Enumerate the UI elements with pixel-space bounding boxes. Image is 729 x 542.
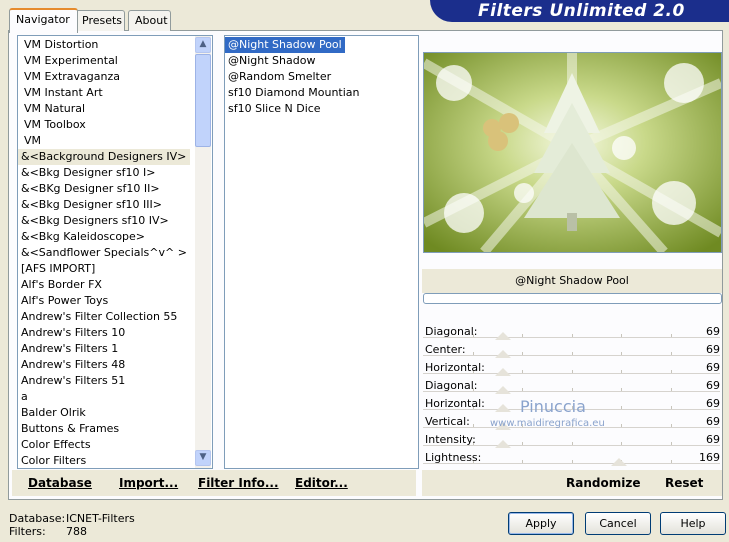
category-item[interactable]: &<Sandflower Specials^v^ > (18, 245, 190, 261)
category-item[interactable]: VM Extravaganza (18, 69, 190, 85)
slider-thumb[interactable] (495, 386, 511, 394)
slider-row[interactable]: Lightness: 169 (423, 449, 720, 467)
slider-thumb[interactable] (495, 368, 511, 376)
filter-item[interactable]: sf10 Slice N Dice (225, 101, 324, 117)
filter-item[interactable]: sf10 Diamond Mountian (225, 85, 363, 101)
category-item[interactable]: Alf's Power Toys (18, 293, 190, 309)
category-item[interactable]: &<Background Designers IV> (18, 149, 190, 165)
category-item[interactable]: Andrew's Filter Collection 55 (18, 309, 190, 325)
slider-row[interactable]: Center: 69 (423, 341, 720, 359)
tab-navigator[interactable]: Navigator (9, 8, 78, 33)
slider-track[interactable] (423, 463, 720, 467)
scroll-down-arrow-icon[interactable]: ▼ (195, 450, 211, 466)
slider-thumb[interactable] (495, 440, 511, 448)
category-item[interactable]: VM Toolbox (18, 117, 190, 133)
slider-row[interactable]: Diagonal: 69 (423, 323, 720, 341)
apply-button[interactable]: Apply (508, 512, 574, 535)
preview-filter-name: @Night Shadow Pool (422, 269, 722, 293)
filter-info-button[interactable]: Filter Info... (198, 476, 279, 490)
category-item[interactable]: Buttons & Frames (18, 421, 190, 437)
category-item[interactable]: Andrew's Filters 10 (18, 325, 190, 341)
slider-row[interactable]: Horizontal: 69 (423, 359, 720, 377)
slider-row[interactable]: Diagonal: 69 (423, 377, 720, 395)
category-item[interactable]: Color Filters (18, 453, 190, 468)
category-item[interactable]: Andrew's Filters 48 (18, 357, 190, 373)
preview-image (421, 52, 724, 256)
reset-button[interactable]: Reset (665, 476, 703, 490)
slider-row[interactable]: Intensity: 69 (423, 431, 720, 449)
category-item[interactable]: VM Instant Art (18, 85, 190, 101)
tab-presets[interactable]: Presets (75, 10, 125, 31)
tab-about[interactable]: About (128, 10, 171, 31)
editor-button[interactable]: Editor... (295, 476, 348, 490)
scroll-thumb[interactable] (195, 54, 211, 147)
category-item[interactable]: &<Bkg Kaleidoscope> (18, 229, 190, 245)
category-item[interactable]: Balder Olrik (18, 405, 190, 421)
category-list: VM Distortion VM Experimental VM Extravaga… (18, 37, 190, 468)
category-item[interactable]: &<Bkg Designer sf10 III> (18, 197, 190, 213)
progress-bar (423, 293, 722, 304)
category-item[interactable]: Andrew's Filters 1 (18, 341, 190, 357)
database-value: ICNET-Filters (66, 512, 135, 525)
category-item[interactable]: &<BKg Designer sf10 II> (18, 181, 190, 197)
category-item[interactable]: &<Bkg Designer sf10 I> (18, 165, 190, 181)
slider-thumb[interactable] (495, 404, 511, 412)
cancel-button[interactable]: Cancel (585, 512, 651, 535)
filter-item[interactable]: @Night Shadow (225, 53, 318, 69)
slider-thumb[interactable] (611, 458, 627, 466)
category-item[interactable]: VM (18, 133, 190, 149)
category-item[interactable]: VM Natural (18, 101, 190, 117)
category-item[interactable]: Andrew's Filters 51 (18, 373, 190, 389)
app-title: Filters Unlimited 2.0 (478, 1, 685, 21)
slider-thumb[interactable] (495, 350, 511, 358)
database-label: Database: (9, 512, 66, 525)
scroll-up-arrow-icon[interactable]: ▲ (195, 37, 211, 53)
import-button[interactable]: Import... (119, 476, 178, 490)
category-item[interactable]: VM Distortion (18, 37, 190, 53)
filters-count: 788 (66, 525, 87, 538)
watermark-url: www.maidiregrafica.eu (490, 418, 605, 429)
category-item[interactable]: Color Effects (18, 437, 190, 453)
category-item[interactable]: a (18, 389, 190, 405)
filter-item[interactable]: @Night Shadow Pool (225, 36, 346, 54)
category-listbox[interactable]: VM Distortion VM Experimental VM Extravaga… (17, 35, 213, 469)
filter-list: @Night Shadow Pool @Night Shadow @Random S… (225, 36, 363, 117)
category-item[interactable]: VM Experimental (18, 53, 190, 69)
filter-listbox[interactable]: @Night Shadow Pool @Night Shadow @Random S… (224, 35, 419, 469)
slider-thumb[interactable] (495, 332, 511, 340)
category-item[interactable]: &<Bkg Designers sf10 IV> (18, 213, 190, 229)
database-button[interactable]: Database (28, 476, 92, 490)
category-item[interactable]: Alf's Border FX (18, 277, 190, 293)
category-item[interactable]: [AFS IMPORT] (18, 261, 190, 277)
christmas-tree-preview-image (421, 53, 724, 256)
filter-item[interactable]: @Random Smelter (225, 69, 334, 85)
randomize-button[interactable]: Randomize (566, 476, 640, 490)
filters-label: Filters: (9, 525, 46, 538)
category-scrollbar[interactable]: ▲ ▼ (195, 36, 211, 468)
help-button[interactable]: Help (660, 512, 726, 535)
watermark-name: Pinuccia (520, 397, 586, 416)
